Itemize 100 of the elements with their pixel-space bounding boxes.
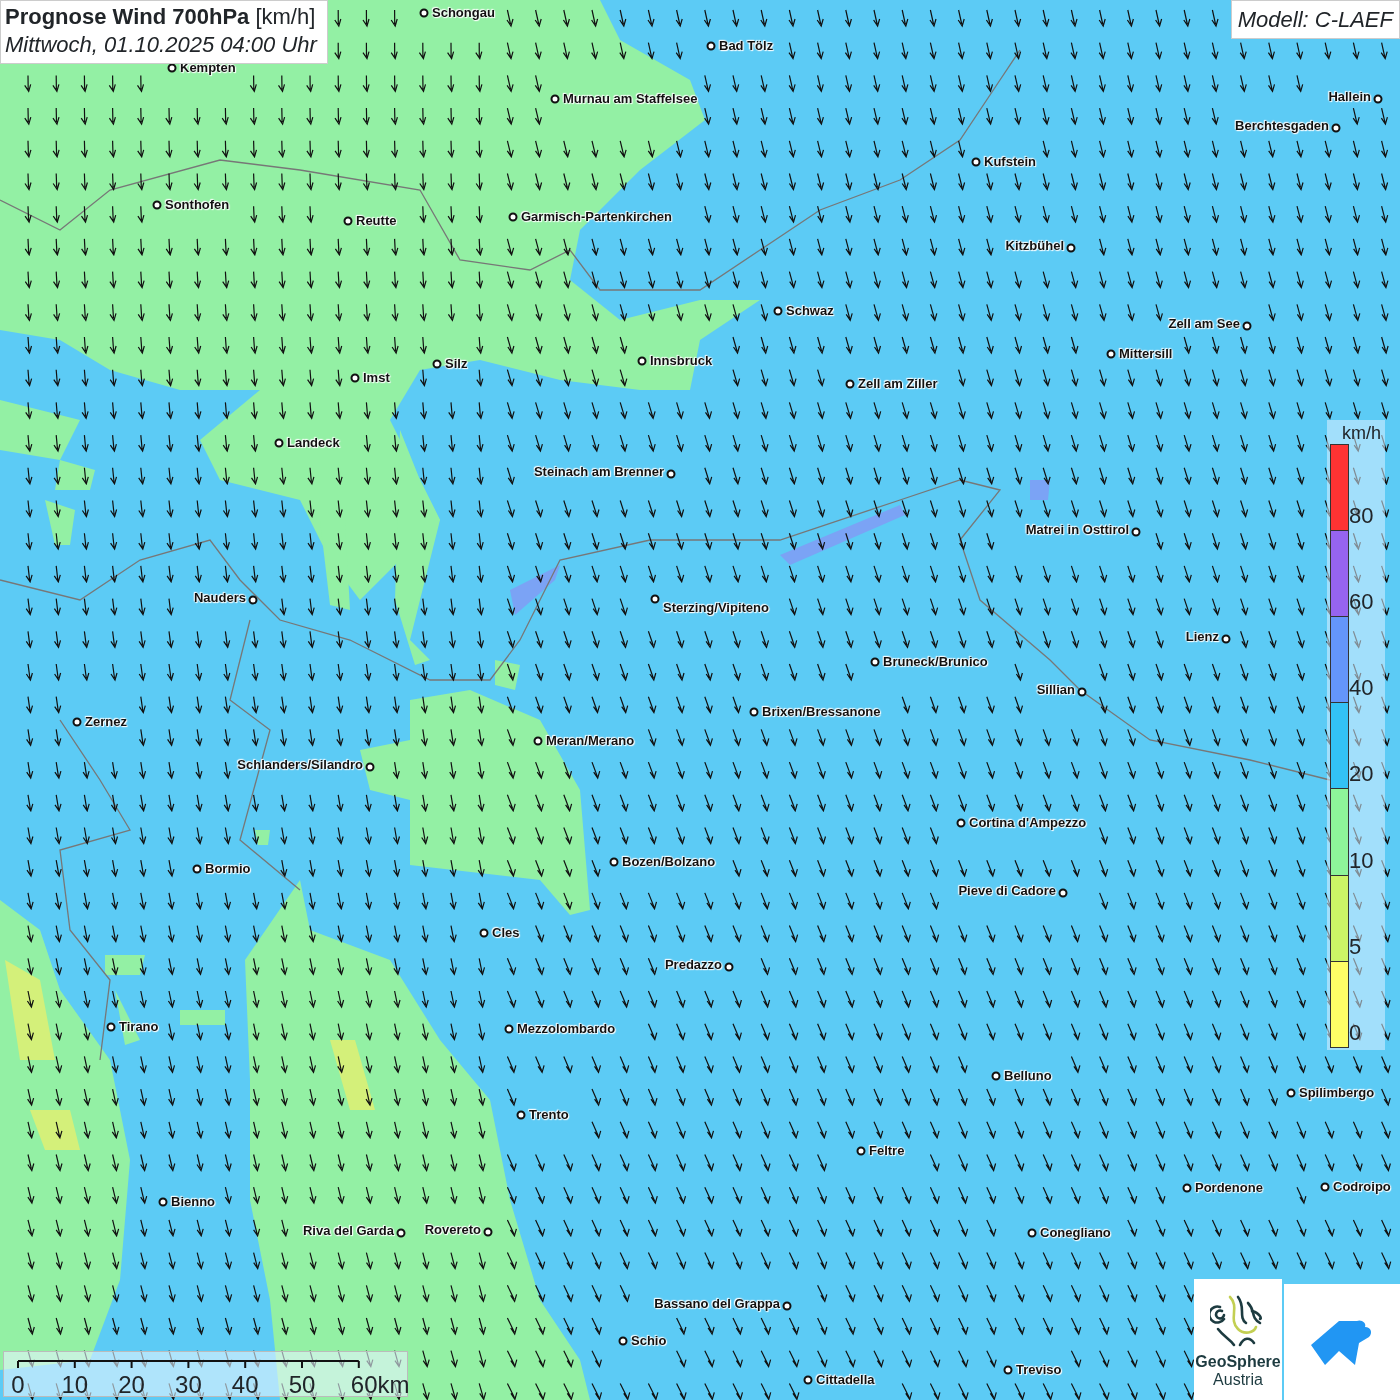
city-label: Garmisch-Partenkirchen (521, 209, 672, 224)
scale-label: 30 (175, 1372, 202, 1398)
city-marker (1331, 123, 1341, 133)
city-marker (618, 1336, 628, 1346)
city-label: Schongau (432, 5, 495, 20)
city-label: Nauders (193, 590, 246, 605)
city-label: Schlanders/Silandro (237, 757, 363, 772)
city-marker (419, 8, 429, 18)
map-title: Prognose Wind 700hPa [km/h] (5, 3, 317, 31)
city-marker (72, 717, 82, 727)
city-marker (845, 379, 855, 389)
city-label: Matrei in Osttirol (1025, 522, 1129, 537)
city-marker (432, 359, 442, 369)
city-label: Imst (363, 370, 390, 385)
city-marker (106, 1022, 116, 1032)
scale-label: 50 (288, 1372, 316, 1398)
city-label: Bad Tölz (719, 38, 774, 53)
city-label: Brixen/Bressanone (762, 704, 881, 719)
legend-unit: km/h (1341, 422, 1382, 445)
city-label: Cortina d'Ampezzo (969, 815, 1087, 830)
city-marker (782, 1301, 792, 1311)
city-label: Rovereto (424, 1222, 481, 1237)
logo-subtitle: Austria (1213, 1371, 1263, 1389)
city-label: Cittadella (816, 1372, 875, 1387)
city-marker (1286, 1088, 1296, 1098)
city-marker (343, 216, 353, 226)
city-label: Sillian (1036, 682, 1075, 697)
city-label: Silz (445, 356, 468, 371)
city-marker (192, 864, 202, 874)
city-label: Zell am See (1168, 316, 1240, 331)
city-label: Zell am Ziller (858, 376, 938, 391)
city-marker (508, 212, 518, 222)
legend-label: 0 (1349, 1021, 1362, 1045)
city-marker (706, 41, 716, 51)
city-label: Steinach am Brenner (533, 464, 664, 479)
city-label: Kufstein (984, 154, 1036, 169)
city-marker (158, 1197, 168, 1207)
city-label: Kempten (180, 60, 236, 75)
city-label: Codroipo (1333, 1179, 1391, 1194)
scale-label: 20 (118, 1372, 145, 1398)
city-marker (152, 200, 162, 210)
city-label: Sonthofen (165, 197, 230, 212)
city-marker (1027, 1228, 1037, 1238)
city-marker (1131, 527, 1141, 537)
city-marker (350, 373, 360, 383)
legend-label: 40 (1349, 676, 1374, 701)
city-label: Kitzbühel (1005, 238, 1064, 253)
city-marker (1320, 1182, 1330, 1192)
city-label: Bozen/Bolzano (622, 854, 716, 869)
legend-label: 20 (1349, 762, 1374, 787)
city-label: Mezzolombardo (517, 1021, 616, 1036)
city-marker (1373, 94, 1383, 104)
city-label: Cles (492, 925, 520, 940)
city-marker (773, 306, 783, 316)
house-cloud-logo-icon (1311, 1319, 1373, 1365)
city-label: Hallein (1328, 89, 1371, 104)
model-label: Modell: C-LAEF (1230, 0, 1400, 39)
city-label: Bienno (171, 1194, 216, 1209)
city-label: Zernez (85, 714, 127, 729)
city-marker (1242, 321, 1252, 331)
city-label: Conegliano (1040, 1225, 1111, 1240)
scale-label: 40 (231, 1372, 259, 1398)
city-label: Meran/Merano (546, 733, 635, 748)
city-marker (1221, 634, 1231, 644)
forecast-time: Mittwoch, 01.10.2025 04:00 Uhr (5, 31, 317, 59)
city-marker (803, 1375, 813, 1385)
city-label: Bruneck/Brunico (883, 654, 988, 669)
city-label: Schio (631, 1333, 667, 1348)
city-label: Lienz (1185, 629, 1219, 644)
city-label: Riva del Garda (302, 1223, 394, 1238)
city-label: Murnau am Staffelsee (563, 91, 698, 106)
city-marker (870, 657, 880, 667)
legend-label: 10 (1349, 848, 1374, 873)
city-marker (749, 707, 759, 717)
city-label: Schwaz (786, 303, 834, 318)
city-marker (396, 1228, 406, 1238)
city-label: Pieve di Cadore (958, 883, 1056, 898)
logo-name: GeoSphere (1195, 1353, 1281, 1371)
city-label: Tirano (119, 1019, 159, 1034)
city-marker (516, 1110, 526, 1120)
city-label: Berchtesgaden (1235, 118, 1329, 133)
city-marker (637, 356, 647, 366)
city-label: Bormio (205, 861, 251, 876)
city-label: Pordenone (1195, 1180, 1263, 1195)
city-label: Predazzo (664, 957, 722, 972)
city-marker (650, 594, 660, 604)
city-label: Landeck (287, 435, 340, 450)
city-marker (365, 762, 375, 772)
scale-label: 0 (11, 1372, 25, 1398)
city-label: Treviso (1016, 1362, 1062, 1377)
city-marker (666, 469, 676, 479)
legend-label: 80 (1349, 503, 1374, 528)
city-marker (274, 438, 284, 448)
city-marker (609, 857, 619, 867)
city-label: Belluno (1004, 1068, 1052, 1083)
city-label: Trento (529, 1107, 569, 1122)
city-label: Feltre (869, 1143, 905, 1158)
city-marker (1182, 1183, 1192, 1193)
scale-label: 10 (61, 1372, 89, 1398)
city-marker (1106, 349, 1116, 359)
